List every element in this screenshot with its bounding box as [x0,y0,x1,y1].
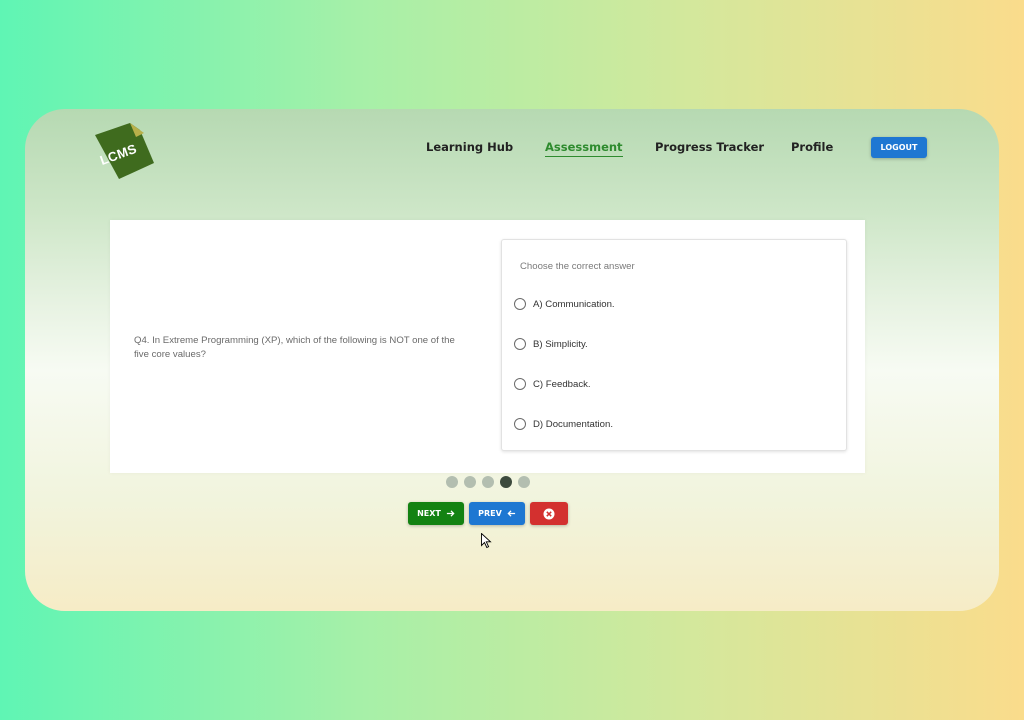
next-button[interactable]: NEXT [408,502,464,525]
close-circle-icon [543,508,555,519]
option-label: C) Feedback. [533,378,591,390]
option-c[interactable]: C) Feedback. [514,377,591,391]
radio-button[interactable] [514,418,526,430]
radio-button[interactable] [514,298,526,310]
pagination-dot-3[interactable] [482,476,494,488]
next-label: NEXT [417,509,441,518]
answer-hint: Choose the correct answer [520,261,635,272]
pagination-dot-2[interactable] [464,476,476,488]
pagination-dot-4[interactable] [500,476,512,488]
close-button[interactable] [530,502,568,525]
option-label: A) Communication. [533,298,615,310]
radio-button[interactable] [514,378,526,390]
arrow-left-icon [507,510,515,517]
nav-item-assessment[interactable]: Assessment [545,140,623,157]
option-a[interactable]: A) Communication. [514,297,615,311]
answer-panel: Choose the correct answer A) Communicati… [501,239,847,451]
option-label: B) Simplicity. [533,338,588,350]
prev-button[interactable]: PREV [469,502,525,525]
logout-button[interactable]: LOGOUT [871,137,927,158]
question-text: Q4. In Extreme Programming (XP), which o… [134,335,455,360]
mouse-cursor-icon [481,533,492,549]
top-nav: Learning Hub Assessment Progress Tracker… [25,140,999,160]
nav-item-learning-hub[interactable]: Learning Hub [426,140,513,154]
app-window: LCMS Learning Hub Assessment Progress Tr… [25,109,999,611]
nav-item-profile[interactable]: Profile [791,140,833,154]
option-label: D) Documentation. [533,418,613,430]
pagination-dot-1[interactable] [446,476,458,488]
radio-button[interactable] [514,338,526,350]
option-d[interactable]: D) Documentation. [514,417,613,431]
arrow-right-icon [446,510,455,517]
prev-label: PREV [478,509,502,518]
nav-item-progress-tracker[interactable]: Progress Tracker [655,140,764,154]
option-b[interactable]: B) Simplicity. [514,337,588,351]
question-card: Q4. In Extreme Programming (XP), which o… [110,220,865,473]
pagination-dot-5[interactable] [518,476,530,488]
